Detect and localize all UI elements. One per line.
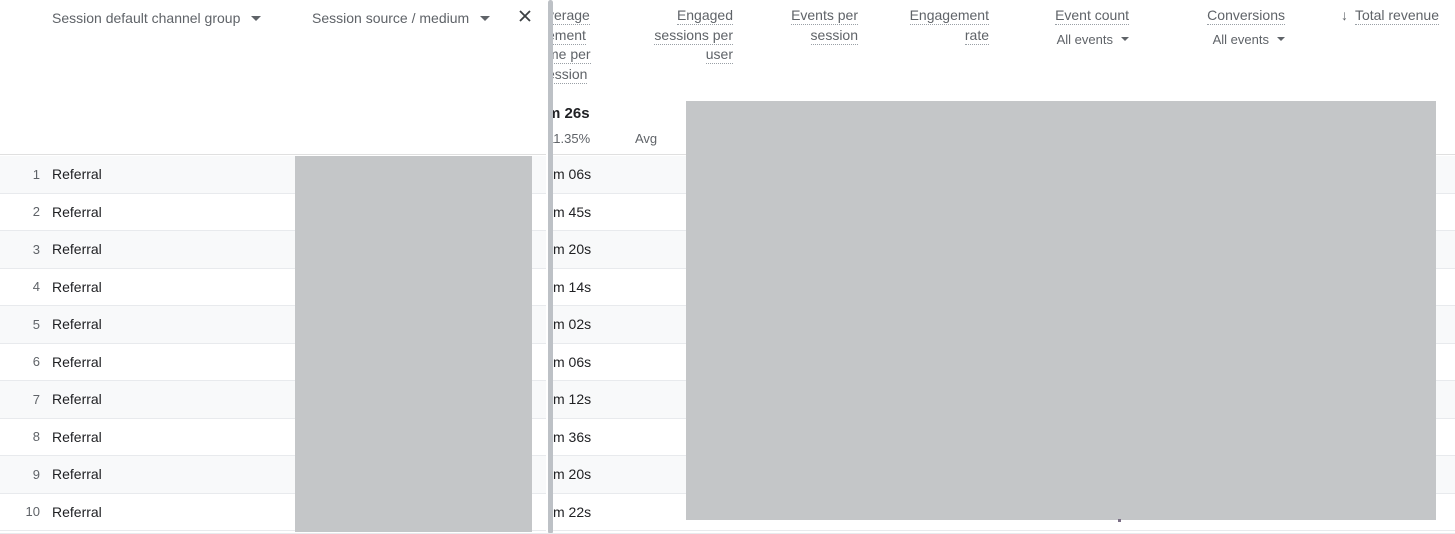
column-header-total-revenue[interactable]: ↓ Total revenue bbox=[1295, 6, 1455, 26]
conversions-scope-label: All events bbox=[1212, 31, 1269, 47]
arrow-down-icon: ↓ bbox=[1340, 7, 1348, 23]
event-count-scope-select[interactable]: All events bbox=[983, 30, 1129, 50]
row-channel-group: Referral bbox=[52, 203, 102, 220]
row-rank: 3 bbox=[32, 241, 40, 257]
table-row[interactable]: 9 Referral bbox=[0, 456, 546, 494]
dimension-secondary-label: Session source / medium bbox=[312, 10, 470, 26]
row-channel-group: Referral bbox=[52, 466, 102, 483]
table-row[interactable]: m 22s bbox=[553, 493, 1455, 531]
metric-rows: m 06s m 45s m 20s m 14s m 02s m 06s m 12… bbox=[553, 156, 1455, 531]
dimension-header-row: Session default channel group Session so… bbox=[0, 0, 546, 155]
table-row[interactable]: m 06s bbox=[553, 343, 1455, 381]
table-row[interactable]: m 12s bbox=[553, 381, 1455, 419]
chevron-down-icon bbox=[251, 15, 262, 21]
event-count-scope-label: All events bbox=[1056, 31, 1113, 47]
column-header-engaged-sessions-per-user[interactable]: Engaged sessions per user bbox=[573, 6, 733, 65]
table-row[interactable]: 8 Referral bbox=[0, 418, 546, 456]
chevron-down-icon bbox=[1277, 37, 1285, 42]
header-line: Event count bbox=[1055, 7, 1129, 25]
cell-avg-engagement-time: m 02s bbox=[553, 316, 592, 332]
header-line: Total revenue bbox=[1354, 7, 1439, 25]
table-row[interactable]: 3 Referral bbox=[0, 231, 546, 269]
metrics-pane: verage ement me per ession Engaged sessi… bbox=[553, 0, 1455, 534]
cell-avg-engagement-time: m 22s bbox=[553, 503, 592, 520]
row-rank: 5 bbox=[32, 316, 40, 332]
table-row[interactable]: 7 Referral bbox=[0, 381, 546, 419]
header-line: ession bbox=[553, 65, 588, 84]
cell-avg-engagement-time: m 06s bbox=[553, 166, 592, 182]
table-row[interactable]: 4 Referral bbox=[0, 268, 546, 306]
row-channel-group: Referral bbox=[52, 166, 102, 183]
row-channel-group: Referral bbox=[52, 428, 102, 445]
summary-avg-label: Avg bbox=[635, 131, 658, 146]
metrics-header-row: verage ement me per ession Engaged sessi… bbox=[553, 0, 1455, 155]
table-row[interactable]: m 14s bbox=[553, 268, 1455, 306]
row-rank: 4 bbox=[32, 279, 40, 295]
table-row[interactable]: 5 Referral bbox=[0, 306, 546, 344]
table-row[interactable]: 2 Referral bbox=[0, 193, 546, 231]
row-rank: 6 bbox=[32, 354, 40, 370]
summary-avg-engagement-time: m 26s bbox=[553, 105, 590, 122]
remove-secondary-dimension-button[interactable] bbox=[516, 7, 534, 25]
header-line: user bbox=[705, 46, 733, 64]
chevron-down-icon bbox=[1121, 37, 1129, 42]
row-rank: 1 bbox=[32, 166, 40, 182]
cell-avg-engagement-time: m 06s bbox=[553, 353, 592, 370]
table-row[interactable]: 10 Referral bbox=[0, 493, 546, 531]
dimension-rows: 1 Referral 2 Referral 3 Referral 4 Refer… bbox=[0, 156, 546, 531]
table-row[interactable]: m 20s bbox=[553, 231, 1455, 269]
conversions-scope-select[interactable]: All events bbox=[1139, 30, 1285, 50]
row-channel-group: Referral bbox=[52, 391, 102, 408]
row-rank: 7 bbox=[32, 391, 40, 407]
cell-avg-engagement-time: m 12s bbox=[553, 391, 592, 407]
row-channel-group: Referral bbox=[52, 241, 102, 258]
dimension-selector-primary[interactable]: Session default channel group bbox=[52, 6, 262, 30]
row-rank: 2 bbox=[32, 204, 40, 220]
row-rank: 8 bbox=[32, 429, 40, 445]
summary-row: m 26s 11.35% Avg bbox=[553, 105, 1455, 155]
header-line: Conversions bbox=[1207, 7, 1285, 25]
chevron-down-icon bbox=[480, 15, 491, 21]
header-line: Engagement bbox=[909, 7, 989, 25]
row-channel-group: Referral bbox=[52, 353, 102, 370]
column-header-conversions[interactable]: Conversions All events bbox=[1139, 6, 1285, 49]
row-rank: 9 bbox=[32, 466, 40, 482]
column-header-event-count[interactable]: Event count All events bbox=[983, 6, 1129, 49]
table-row[interactable]: m 02s bbox=[553, 306, 1455, 344]
column-header-engagement-rate[interactable]: Engagement rate bbox=[843, 6, 989, 45]
table-row[interactable]: m 20s bbox=[553, 456, 1455, 494]
row-channel-group: Referral bbox=[52, 503, 102, 520]
dimension-pane: Session default channel group Session so… bbox=[0, 0, 546, 534]
row-channel-group: Referral bbox=[52, 278, 102, 295]
cell-avg-engagement-time: m 36s bbox=[553, 428, 592, 445]
summary-percent-of-total: 11.35% bbox=[553, 131, 591, 146]
column-header-events-per-session[interactable]: Events per session bbox=[718, 6, 858, 45]
table-row[interactable]: m 36s bbox=[553, 418, 1455, 456]
cell-avg-engagement-time: m 14s bbox=[553, 278, 592, 295]
table-row[interactable]: 6 Referral bbox=[0, 343, 546, 381]
dimension-primary-label: Session default channel group bbox=[52, 10, 241, 26]
table-row[interactable]: 1 Referral bbox=[0, 156, 546, 194]
cell-avg-engagement-time: m 20s bbox=[553, 241, 592, 257]
table-row[interactable]: m 45s bbox=[553, 193, 1455, 231]
dimension-selector-secondary[interactable]: Session source / medium bbox=[312, 6, 491, 30]
cell-avg-engagement-time: m 45s bbox=[553, 203, 592, 220]
cell-avg-engagement-time: m 20s bbox=[553, 466, 592, 482]
table-row[interactable]: m 06s bbox=[553, 156, 1455, 194]
row-rank: 10 bbox=[25, 504, 40, 520]
ga4-report-table: Session default channel group Session so… bbox=[0, 0, 1455, 534]
row-channel-group: Referral bbox=[52, 316, 102, 333]
